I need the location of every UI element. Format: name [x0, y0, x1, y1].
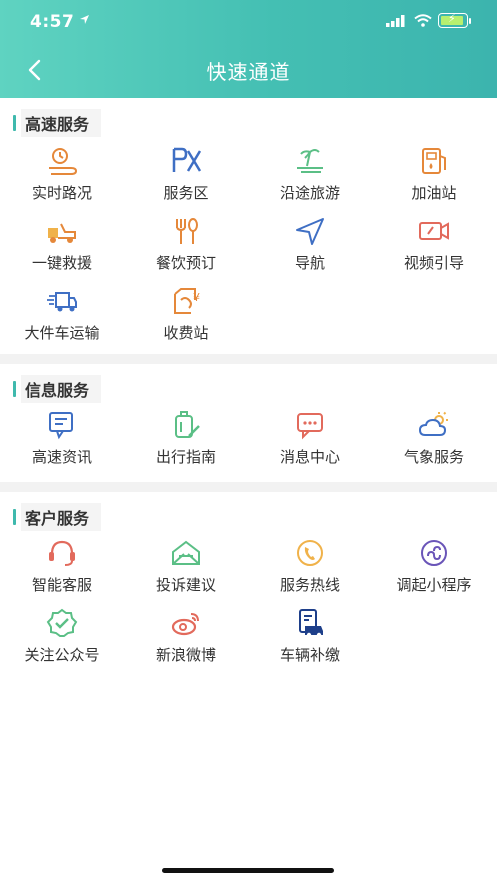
video-icon: [419, 222, 449, 240]
signal-icon: [386, 14, 405, 27]
home-indicator[interactable]: [162, 868, 334, 873]
section-title: 信息服务: [21, 375, 102, 403]
svg-text:¥: ¥: [193, 291, 200, 304]
large-truck-icon: [47, 292, 77, 312]
weibo-icon: [171, 613, 199, 636]
grid-item-toll-station[interactable]: ¥ 收费站: [124, 286, 248, 343]
gas-station-icon: [422, 148, 446, 174]
wifi-icon: [414, 14, 432, 27]
divider: [0, 482, 497, 492]
grid-item-weibo[interactable]: 新浪微博: [124, 608, 248, 665]
grid-item-weather[interactable]: 气象服务: [372, 410, 496, 467]
vehicle-payment-icon: [299, 609, 323, 638]
wechat-account-icon: [46, 608, 78, 637]
dining-icon: [176, 218, 198, 244]
section-expressway-service: 高速服务 实时路况 服务区 沿途旅游 加油站 一键救援 餐饮预订 导航 视频引导…: [0, 98, 497, 354]
grid-item-road-condition[interactable]: 实时路况: [0, 146, 124, 203]
rescue-truck-icon: [48, 223, 76, 243]
grid-item-smart-service[interactable]: 智能客服: [0, 538, 124, 595]
grid-item-gas-station[interactable]: 加油站: [372, 146, 496, 203]
app-header: 4:57 ⚡ 快速通道: [0, 0, 497, 98]
toll-station-icon: ¥: [174, 288, 200, 314]
status-time: 4:57: [30, 12, 75, 32]
road-condition-icon: [49, 148, 78, 175]
location-arrow-icon: [80, 15, 89, 24]
grid-item-vehicle-payment[interactable]: 车辆补缴: [248, 608, 372, 665]
travel-guide-icon: [175, 411, 200, 438]
section-info-service: 信息服务 高速资讯 出行指南 消息中心 气象服务: [0, 364, 497, 482]
section-header: 高速服务: [13, 109, 102, 137]
grid-item-message[interactable]: 消息中心: [248, 410, 372, 467]
page-title: 快速通道: [206, 60, 291, 84]
grid-item-hotline[interactable]: 服务热线: [248, 538, 372, 595]
section-customer-service: 客户服务 智能客服 投诉建议 服务热线 调起小程序 关注公众号 新浪微博 车辆补…: [0, 492, 497, 692]
grid-item-service-area[interactable]: 服务区: [124, 146, 248, 203]
tourism-icon: [297, 149, 323, 173]
hotline-icon: [297, 540, 323, 566]
divider: [0, 354, 497, 364]
section-header: 客户服务: [13, 503, 102, 531]
grid-item-rescue[interactable]: 一键救援: [0, 216, 124, 273]
battery-icon: ⚡: [438, 12, 468, 28]
complaint-icon: [172, 540, 200, 565]
grid-item-complaint[interactable]: 投诉建议: [124, 538, 248, 595]
section-title: 高速服务: [21, 109, 102, 137]
service-area-icon: [172, 147, 202, 172]
grid-item-video[interactable]: 视频引导: [372, 216, 496, 273]
headset-icon: [49, 540, 75, 566]
grid-item-dining[interactable]: 餐饮预订: [124, 216, 248, 273]
navigation-icon: [296, 218, 324, 245]
news-icon: [49, 412, 73, 440]
section-title: 客户服务: [21, 503, 102, 531]
grid-item-large-truck[interactable]: 大件车运输: [0, 286, 124, 343]
weather-icon: [418, 411, 448, 436]
grid-item-wechat-account[interactable]: 关注公众号: [0, 608, 124, 665]
status-indicators: ⚡: [386, 12, 471, 28]
grid-item-navigation[interactable]: 导航: [248, 216, 372, 273]
section-header: 信息服务: [13, 375, 102, 403]
grid-item-news[interactable]: 高速资讯: [0, 410, 124, 467]
message-icon: [297, 413, 323, 440]
grid-item-tourism[interactable]: 沿途旅游: [248, 146, 372, 203]
mini-program-icon: [421, 540, 447, 566]
grid-item-mini-program[interactable]: 调起小程序: [372, 538, 496, 595]
grid-item-travel-guide[interactable]: 出行指南: [124, 410, 248, 467]
